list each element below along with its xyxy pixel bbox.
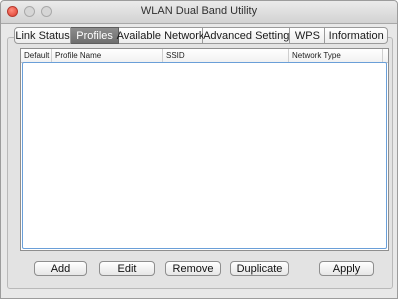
tab-link-status[interactable]: Link Status: [14, 27, 72, 44]
add-button[interactable]: Add: [34, 261, 87, 276]
title-bar[interactable]: WLAN Dual Band Utility: [1, 1, 397, 24]
remove-button[interactable]: Remove: [165, 261, 221, 276]
column-header-ssid[interactable]: SSID: [163, 49, 289, 62]
app-window: WLAN Dual Band Utility Link Status Profi…: [0, 0, 398, 299]
tab-profiles[interactable]: Profiles: [71, 27, 120, 44]
profiles-list[interactable]: Default Profile Name SSID Network Type: [20, 48, 389, 251]
tab-bar: Link Status Profiles Available Network A…: [14, 27, 388, 44]
edit-button[interactable]: Edit: [99, 261, 155, 276]
tab-available-network[interactable]: Available Network: [117, 27, 204, 44]
column-header-profile-name[interactable]: Profile Name: [52, 49, 163, 62]
profiles-list-header: Default Profile Name SSID Network Type: [21, 49, 388, 63]
apply-button[interactable]: Apply: [319, 261, 374, 276]
tab-information[interactable]: Information: [325, 27, 388, 44]
tab-advanced-setting[interactable]: Advanced Setting: [203, 27, 291, 44]
duplicate-button[interactable]: Duplicate: [230, 261, 289, 276]
column-header-network-type[interactable]: Network Type: [289, 49, 383, 62]
window-title: WLAN Dual Band Utility: [140, 5, 258, 17]
column-header-default[interactable]: Default: [21, 49, 52, 62]
tab-wps[interactable]: WPS: [290, 27, 326, 44]
